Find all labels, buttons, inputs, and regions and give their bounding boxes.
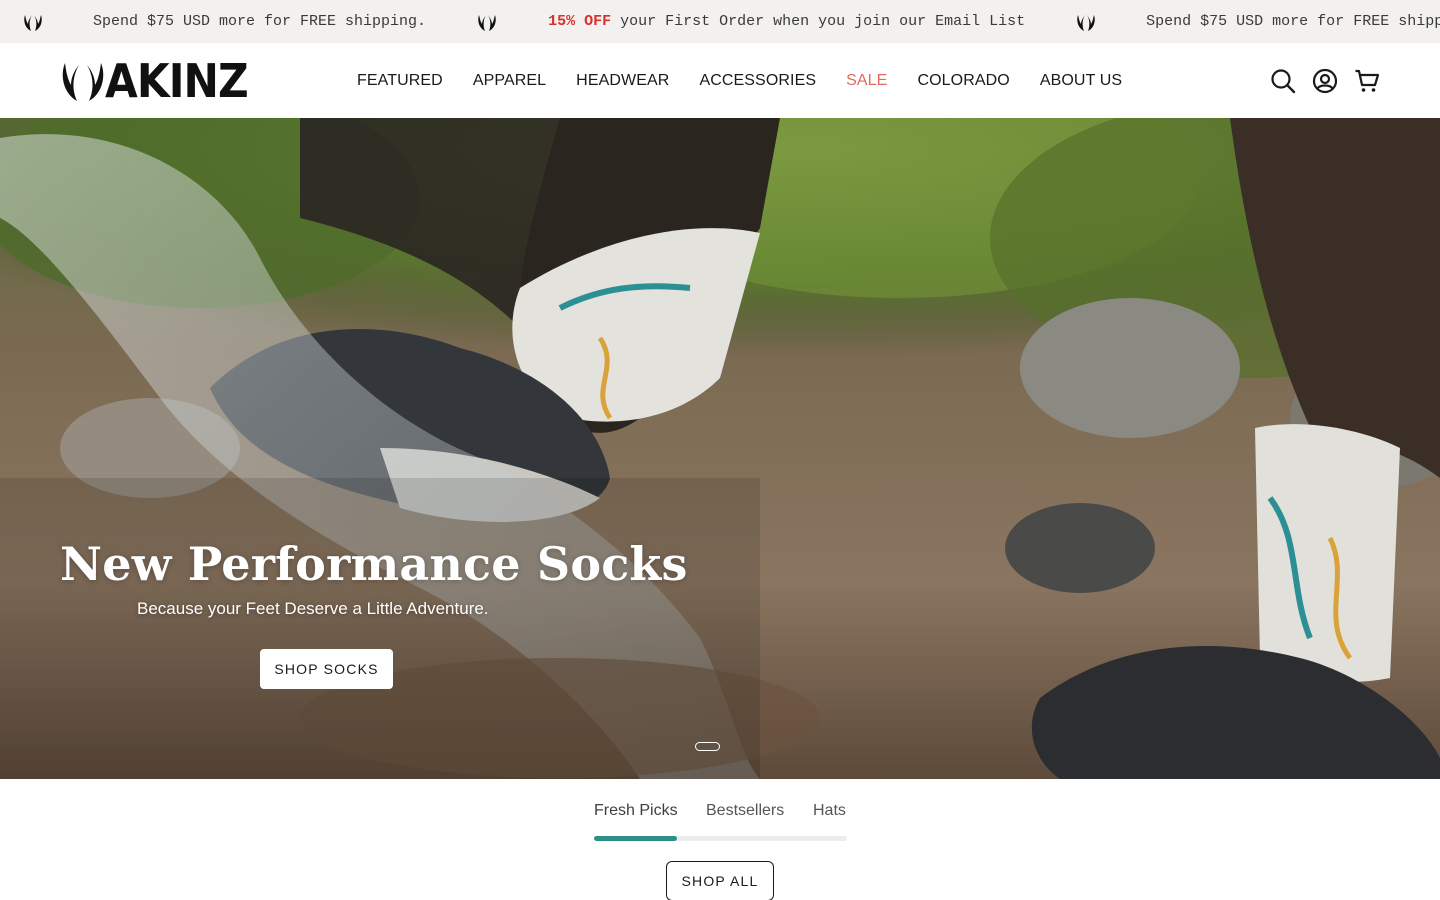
discount-highlight: 15% OFF: [548, 13, 612, 30]
header-actions: [1254, 43, 1380, 118]
nav-item-accessories[interactable]: ACCESSORIES: [699, 72, 816, 90]
shop-all-button[interactable]: SHOP ALL: [666, 861, 774, 900]
shop-socks-button[interactable]: SHOP SOCKS: [260, 649, 393, 689]
tab-hats[interactable]: Hats: [813, 802, 846, 820]
site-header: AKINZ FEATURED APPAREL HEADWEAR ACCESSOR…: [0, 43, 1440, 118]
collection-tabs: Fresh Picks Bestsellers Hats: [594, 779, 847, 841]
search-icon[interactable]: [1270, 68, 1296, 94]
tab-progress-fill: [594, 836, 678, 841]
hero-banner: New Performance Socks Because your Feet …: [0, 118, 1440, 779]
main-nav: FEATURED APPAREL HEADWEAR ACCESSORIES SA…: [357, 43, 1152, 118]
nav-item-about-us[interactable]: ABOUT US: [1040, 72, 1122, 90]
announcement-message[interactable]: Spend $75 USD more for FREE shipping.: [93, 13, 426, 30]
hero-title: New Performance Socks: [60, 537, 688, 591]
slide-indicator[interactable]: [695, 742, 720, 751]
wings-logo-icon: [1077, 14, 1095, 31]
announcement-message[interactable]: Spend $75 USD more for FREE shipping.: [1146, 13, 1440, 30]
tab-bestsellers[interactable]: Bestsellers: [706, 802, 784, 820]
hero-subtitle: Because your Feet Deserve a Little Adven…: [137, 599, 489, 618]
wings-logo-icon: [24, 14, 42, 31]
nav-item-sale[interactable]: SALE: [846, 72, 887, 90]
announcement-track: Spend $75 USD more for FREE shipping. 15…: [22, 0, 1440, 43]
announcement-bar: Spend $75 USD more for FREE shipping. 15…: [0, 0, 1440, 43]
cart-icon[interactable]: [1354, 68, 1380, 94]
nav-item-apparel[interactable]: APPAREL: [473, 72, 546, 90]
hero-image: [0, 118, 1440, 779]
tab-fresh-picks[interactable]: Fresh Picks: [594, 802, 678, 820]
nav-item-headwear[interactable]: HEADWEAR: [576, 72, 669, 90]
tab-progress-track: [594, 836, 847, 841]
nav-item-featured[interactable]: FEATURED: [357, 72, 443, 90]
brand-logo[interactable]: AKINZ: [59, 56, 260, 106]
announcement-message[interactable]: 15% OFF your First Order when you join o…: [548, 13, 1025, 30]
logo-text: AKINZ: [105, 54, 249, 108]
account-icon[interactable]: [1312, 68, 1338, 94]
wings-logo-icon: [62, 63, 104, 101]
nav-item-colorado[interactable]: COLORADO: [917, 72, 1009, 90]
wings-logo-icon: [478, 14, 496, 31]
